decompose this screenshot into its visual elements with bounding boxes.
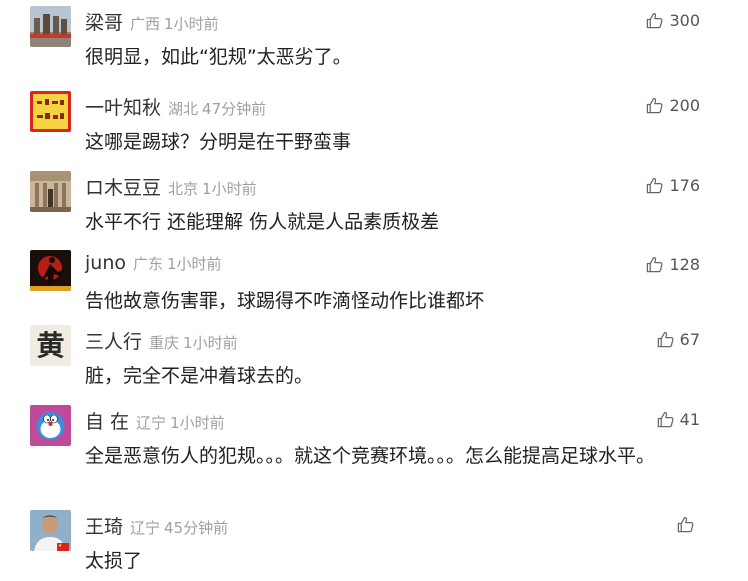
timestamp: 1小时前 xyxy=(183,334,238,352)
comment-meta: 三人行 重庆 1小时前 xyxy=(85,327,238,354)
timestamp: 1小时前 xyxy=(170,414,225,432)
location: 北京 xyxy=(168,180,199,198)
username[interactable]: ロ木豆豆 xyxy=(85,173,161,200)
comment-meta: 自 在 辽宁 1小时前 xyxy=(85,407,225,434)
comment-text: 这哪是踢球？分明是在干野蛮事 xyxy=(85,131,352,153)
location: 辽宁 xyxy=(136,414,167,432)
thumbs-up-icon xyxy=(657,411,674,427)
location: 广东 xyxy=(133,255,164,273)
avatar[interactable] xyxy=(30,405,71,446)
comment-text: 太损了 xyxy=(85,550,143,572)
avatar[interactable] xyxy=(30,91,71,132)
location: 湖北 xyxy=(168,100,199,118)
like-button[interactable]: 41 xyxy=(656,407,700,431)
timestamp: 1小时前 xyxy=(167,255,222,273)
doraemon-cartoon xyxy=(30,405,71,446)
like-count: 176 xyxy=(669,175,700,195)
comment-text: 水平不行 还能理解 伤人就是人品素质极差 xyxy=(85,211,440,233)
like-count: 300 xyxy=(669,10,700,30)
timestamp: 1小时前 xyxy=(164,15,219,33)
comment-meta: 一叶知秋 湖北 47分钟前 xyxy=(85,93,267,120)
username[interactable]: 自 在 xyxy=(85,407,129,434)
comment-text: 告他故意伤害罪，球踢得不咋滴怪动作比谁都坏 xyxy=(85,290,485,312)
thumbs-up-icon xyxy=(647,256,663,272)
username[interactable]: juno xyxy=(85,252,126,274)
comment-meta: 王琦 辽宁 45分钟前 xyxy=(85,512,229,539)
location: 广西 xyxy=(130,15,161,33)
avatar[interactable] xyxy=(30,6,71,47)
like-button[interactable]: 176 xyxy=(645,173,700,197)
location: 辽宁 xyxy=(130,519,161,537)
calligraphy-red-seal xyxy=(30,91,71,132)
avatar-calligraphy-char: 黄 xyxy=(36,329,65,362)
thumbs-up-icon xyxy=(677,516,694,532)
classical-building-photo xyxy=(30,171,71,212)
location: 重庆 xyxy=(149,334,180,352)
landmark-statue-photo xyxy=(30,6,71,47)
like-button[interactable] xyxy=(676,512,700,536)
thumbs-up-icon xyxy=(657,331,674,347)
comment-meta: juno 广东 1小时前 xyxy=(85,252,222,276)
comment-meta: 梁哥 广西 1小时前 xyxy=(85,8,219,35)
username[interactable]: 王琦 xyxy=(85,512,123,539)
man-portrait-with-flag xyxy=(30,510,71,551)
comment-text: 全是恶意伤人的犯规。。。就这个竞赛环境。。。怎么能提高足球水平。 xyxy=(85,445,656,467)
like-button[interactable]: 128 xyxy=(645,252,700,276)
like-button[interactable]: 67 xyxy=(656,327,700,351)
avatar[interactable] xyxy=(30,510,71,551)
avatar[interactable]: 黄 xyxy=(30,325,71,366)
timestamp: 47分钟前 xyxy=(202,100,267,118)
username[interactable]: 三人行 xyxy=(85,327,142,354)
thumbs-up-icon xyxy=(647,177,663,193)
like-count: 200 xyxy=(669,95,700,115)
comment-text: 脏，完全不是冲着球去的。 xyxy=(85,365,314,387)
like-button[interactable]: 200 xyxy=(645,93,700,117)
red-martial-arts-figure xyxy=(30,250,71,291)
avatar[interactable] xyxy=(30,171,71,212)
like-button[interactable]: 300 xyxy=(645,8,700,32)
like-count: 41 xyxy=(679,409,700,429)
username[interactable]: 梁哥 xyxy=(85,8,123,35)
like-count: 128 xyxy=(669,254,700,274)
username[interactable]: 一叶知秋 xyxy=(85,93,161,120)
thumbs-up-icon xyxy=(647,97,663,113)
timestamp: 45分钟前 xyxy=(164,519,229,537)
avatar[interactable] xyxy=(30,250,71,291)
timestamp: 1小时前 xyxy=(202,180,257,198)
comment-text: 很明显，如此“犯规”太恶劣了。 xyxy=(85,46,352,68)
thumbs-up-icon xyxy=(647,12,663,28)
like-count: 67 xyxy=(679,329,700,349)
comment-meta: ロ木豆豆 北京 1小时前 xyxy=(85,173,257,200)
